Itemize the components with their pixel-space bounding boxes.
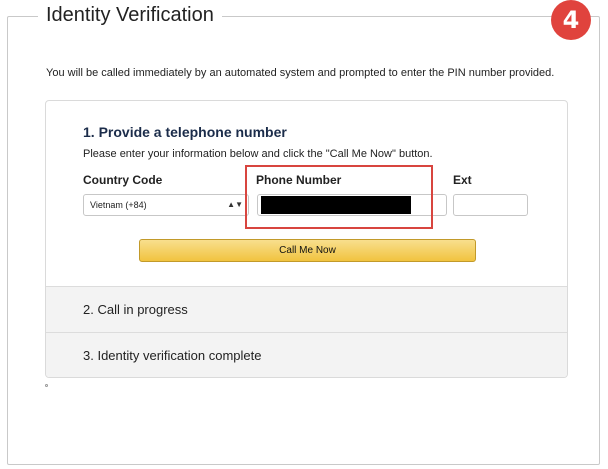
country-code-value: Vietnam (+84)	[90, 200, 147, 210]
ext-label: Ext	[453, 173, 472, 187]
step3-heading: 3. Identity verification complete	[83, 348, 262, 363]
country-code-select[interactable]: Vietnam (+84) ▲▼	[83, 194, 249, 216]
select-arrows-icon: ▲▼	[227, 200, 243, 209]
verification-panel: 1. Provide a telephone number Please ent…	[45, 100, 568, 378]
phone-number-highlight-box	[245, 165, 433, 229]
intro-text: You will be called immediately by an aut…	[46, 67, 555, 79]
step-number-badge: 4	[551, 0, 591, 40]
ext-input[interactable]	[453, 194, 528, 216]
call-me-now-button[interactable]: Call Me Now	[139, 239, 476, 262]
step2-heading: 2. Call in progress	[83, 302, 188, 317]
country-code-label: Country Code	[83, 173, 163, 187]
page-title: Identity Verification	[38, 4, 222, 27]
step1-heading: 1. Provide a telephone number	[83, 124, 287, 140]
step-verification-complete: 3. Identity verification complete	[46, 332, 567, 377]
step-call-in-progress: 2. Call in progress	[46, 286, 567, 332]
small-dot-marker	[45, 384, 48, 387]
step1-description: Please enter your information below and …	[83, 148, 433, 160]
